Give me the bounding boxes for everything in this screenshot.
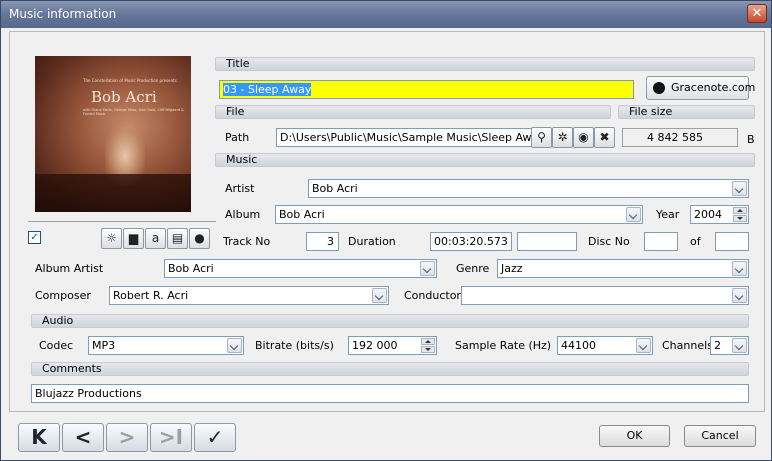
spin-up-icon[interactable] <box>733 207 747 214</box>
path-label: Path <box>225 131 250 144</box>
conductor-label: Conductor <box>404 289 461 302</box>
composer-label: Composer <box>35 289 91 302</box>
artist-value: Bob Acri <box>312 182 358 195</box>
year-spin-buttons[interactable] <box>733 207 747 222</box>
film-icon[interactable]: ▤ <box>167 228 188 249</box>
chevron-down-icon[interactable] <box>636 338 651 353</box>
album-art[interactable]: The Constellation of Music Production pr… <box>35 56 191 212</box>
trackno-label: Track No <box>223 235 271 248</box>
path-field[interactable]: D:\Users\Public\Music\Sample Music\Sleep… <box>276 128 532 147</box>
composer-combo[interactable]: Robert R. Acri <box>109 286 389 305</box>
previous-track-button[interactable]: < <box>62 423 104 452</box>
genre-label: Genre <box>456 262 490 275</box>
samplerate-combo[interactable]: 44100 <box>557 336 653 355</box>
duration-extra-field[interactable] <box>517 232 577 251</box>
settings-icon[interactable]: ✲ <box>552 127 573 148</box>
album-artist-label: Album Artist <box>35 262 104 275</box>
spin-down-icon[interactable] <box>733 215 747 222</box>
audio-icon[interactable]: ◉ <box>573 127 594 148</box>
album-art-artist: Bob Acri <box>91 88 157 106</box>
album-art-subtitle: with Diane Delin, George Mraz, Ivan Gold… <box>83 108 184 116</box>
next-track-button[interactable]: > <box>106 423 148 452</box>
title-input-selection: 03 - Sleep Away <box>223 83 312 96</box>
artist-label: Artist <box>225 182 255 195</box>
album-value: Bob Acri <box>279 208 325 221</box>
composer-value: Robert R. Acri <box>113 289 189 302</box>
gracenote-icon <box>653 82 665 94</box>
year-stepper[interactable]: 2004 <box>690 205 749 224</box>
globe-icon[interactable]: ● <box>189 228 210 249</box>
chevron-down-icon[interactable] <box>372 288 387 303</box>
embed-art-checkbox[interactable]: ✓ <box>28 231 41 244</box>
samplerate-value: 44100 <box>561 339 596 352</box>
spin-up-icon[interactable] <box>421 338 435 345</box>
apply-button[interactable]: ✓ <box>194 423 236 452</box>
album-artist-combo[interactable]: Bob Acri <box>164 259 437 278</box>
file-size-field: 4 842 585 <box>622 128 738 147</box>
disc-total-field[interactable] <box>715 232 749 251</box>
of-label: of <box>690 235 701 248</box>
file-section-header: File <box>215 105 611 119</box>
trackno-field[interactable]: 3 <box>306 232 339 251</box>
chevron-down-icon[interactable] <box>626 207 641 222</box>
gracenote-button[interactable]: Gracenote.com <box>646 76 755 100</box>
gracenote-label: Gracenote.com <box>671 81 756 94</box>
album-art-caption: The Constellation of Music Production pr… <box>83 78 177 83</box>
chevron-down-icon[interactable] <box>420 261 435 276</box>
codec-label: Codec <box>39 339 74 352</box>
album-artist-value: Bob Acri <box>168 262 214 275</box>
close-button[interactable]: ✕ <box>747 4 767 23</box>
codec-value: MP3 <box>92 339 116 352</box>
album-combo[interactable]: Bob Acri <box>275 205 643 224</box>
genre-combo[interactable]: Jazz <box>497 259 749 278</box>
channels-combo[interactable]: 2 <box>710 336 749 355</box>
music-section-header: Music <box>215 153 755 167</box>
window-title: Music information <box>9 7 117 21</box>
first-track-button[interactable]: K <box>18 423 60 452</box>
samplerate-label: Sample Rate (Hz) <box>455 339 552 352</box>
codec-combo[interactable]: MP3 <box>88 336 244 355</box>
sun-icon[interactable]: ☼ <box>101 228 122 249</box>
music-information-dialog: Music information ✕ The Constellation of… <box>0 0 772 461</box>
file-size-section-header: File size <box>618 105 755 119</box>
channels-value: 2 <box>714 339 721 352</box>
cancel-button[interactable]: Cancel <box>684 425 756 447</box>
duration-label: Duration <box>348 235 396 248</box>
genre-value: Jazz <box>501 262 523 275</box>
spin-down-icon[interactable] <box>421 346 435 353</box>
channels-label: Channels <box>662 339 713 352</box>
album-art-piano <box>35 174 191 212</box>
title-bar[interactable]: Music information ✕ <box>1 1 771 28</box>
album-label: Album <box>225 208 261 221</box>
folder-open-icon[interactable]: ▆ <box>123 228 144 249</box>
duration-field[interactable]: 00:03:20.573 <box>430 232 512 251</box>
discno-field[interactable] <box>644 232 678 251</box>
bitrate-label: Bitrate (bits/s) <box>255 339 334 352</box>
last-track-button[interactable]: >I <box>150 423 192 452</box>
chevron-down-icon[interactable] <box>227 338 242 353</box>
chevron-down-icon[interactable] <box>732 288 747 303</box>
chevron-down-icon[interactable] <box>732 338 747 353</box>
bitrate-stepper[interactable]: 192 000 <box>348 336 437 355</box>
audio-section-header: Audio <box>31 314 749 328</box>
bitrate-value: 192 000 <box>352 339 398 352</box>
year-label: Year <box>656 208 680 221</box>
artist-combo[interactable]: Bob Acri <box>308 179 749 198</box>
conductor-combo[interactable] <box>461 286 749 305</box>
file-size-unit: B <box>747 133 755 146</box>
chevron-down-icon[interactable] <box>732 181 747 196</box>
bitrate-spin-buttons[interactable] <box>421 338 435 353</box>
title-section-header: Title <box>215 57 755 71</box>
discno-label: Disc No <box>588 235 630 248</box>
search-icon[interactable]: ⚲ <box>531 127 552 148</box>
tools-icon[interactable]: ✖ <box>594 127 615 148</box>
amazon-icon[interactable]: a <box>145 228 166 249</box>
comments-field[interactable]: Blujazz Productions <box>31 384 749 403</box>
album-art-divider <box>28 221 216 222</box>
ok-button[interactable]: OK <box>599 425 670 447</box>
comments-section-header: Comments <box>31 362 749 376</box>
year-value: 2004 <box>694 208 722 221</box>
title-input[interactable]: 03 - Sleep Away <box>219 80 634 99</box>
chevron-down-icon[interactable] <box>732 261 747 276</box>
